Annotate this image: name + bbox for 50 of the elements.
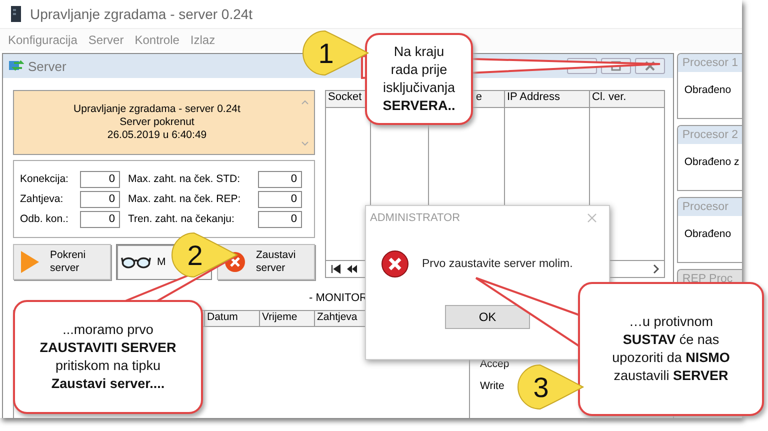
step-marker: 2: [169, 230, 239, 280]
stat-label: Zahtjeva:: [20, 193, 64, 205]
callout-text: ...moramo prvo ZAUSTAVITI SERVER pritiskom na tipku Zaustavi server....: [40, 321, 176, 393]
monitor-label: Accep: [480, 358, 510, 370]
window-title: Upravljanje zgradama - server 0.24t: [30, 6, 253, 22]
callout-text: …u protivnom SUSTAV će nas upozoriti da NISMO zaustavili SERVER: [612, 313, 730, 385]
column-header: Datum: [205, 311, 260, 326]
stat-label: Tren. zaht. na čekanju:: [128, 213, 234, 225]
stat-field: 0: [80, 210, 120, 228]
stat-label: Max. zaht. na ček. STD:: [128, 173, 240, 185]
panel-label: Obrađeno: [683, 228, 732, 240]
play-icon: [20, 250, 40, 274]
panel-title: Procesor 2: [678, 126, 742, 144]
window-title: Server: [28, 58, 66, 74]
column-header: IP Address: [505, 91, 590, 107]
status-line: Server pokrenut: [120, 116, 194, 129]
panel-label: Obrađeno: [683, 84, 732, 96]
stat-field: 0: [80, 190, 120, 208]
first-page-icon: [330, 264, 342, 274]
stat-field: 0: [258, 210, 302, 228]
column-header: Cl. ver.: [591, 91, 628, 105]
error-icon: [380, 249, 410, 279]
status-line: Upravljanje zgradama - server 0.24t: [74, 103, 240, 116]
panel-title: Procesor 1: [678, 54, 742, 72]
start-server-button[interactable]: Pokreni server: [13, 244, 111, 280]
chevron-right-icon: [652, 264, 660, 274]
column-header: Vrijeme: [260, 311, 315, 326]
stat-label: Konekcija:: [20, 173, 68, 185]
panel-label: Obrađeno z: [683, 156, 740, 168]
server-icon: [8, 59, 24, 73]
status-line: 26.05.2019 u 6:40:49: [107, 129, 207, 142]
stat-field: 0: [258, 170, 302, 188]
app-icon: [10, 6, 22, 22]
stat-label: Odb. kon.:: [20, 213, 68, 225]
monitor-label: Write: [480, 380, 506, 392]
step-marker: 3: [515, 362, 585, 412]
dialog-message: Prvo zaustavite server molim.: [422, 258, 573, 270]
previous-page-icon: [346, 264, 358, 274]
close-icon: [645, 61, 656, 71]
stat-label: Max. zaht. na ček. REP:: [128, 193, 241, 205]
glasses-icon: [121, 255, 151, 269]
stat-field: 0: [258, 190, 302, 208]
ok-button[interactable]: OK: [445, 305, 530, 329]
maximize-icon: [611, 61, 622, 71]
stat-field: 0: [80, 170, 120, 188]
step-marker: 1: [300, 28, 370, 78]
panel-title: Procesor: [678, 198, 742, 216]
stop-server-button[interactable]: Zaustavi server: [217, 244, 315, 280]
dialog-title: ADMINISTRATOR: [370, 212, 460, 224]
scrollbar-icon: [300, 98, 310, 148]
